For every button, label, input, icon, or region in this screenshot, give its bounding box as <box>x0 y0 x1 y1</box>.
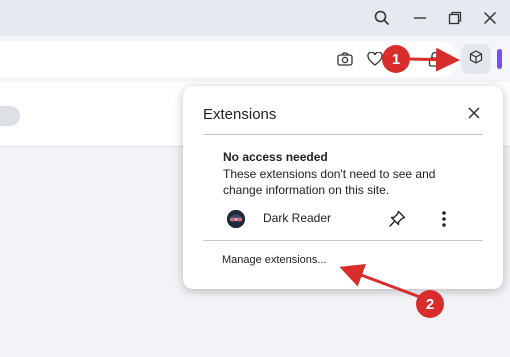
pin-icon <box>389 210 406 227</box>
extensions-icon <box>469 49 483 69</box>
popup-title: Extensions <box>203 106 277 123</box>
close-popup-button[interactable] <box>465 104 483 122</box>
manage-extensions-link[interactable]: Manage extensions... <box>222 254 327 266</box>
divider <box>203 134 483 135</box>
section-description: These extensions don't need to see and c… <box>223 167 436 197</box>
page-chip[interactable] <box>0 106 20 126</box>
more-options-button[interactable] <box>435 207 453 231</box>
annotation-badge-2: 2 <box>416 290 444 318</box>
extensions-button[interactable] <box>461 44 491 74</box>
extension-name: Dark Reader <box>263 211 332 225</box>
divider <box>203 240 483 241</box>
section-title: No access needed <box>223 150 328 164</box>
dark-reader-icon <box>227 210 245 228</box>
extensions-popup: Extensions No access needed These extens… <box>183 86 503 289</box>
profile-accent[interactable] <box>497 49 502 69</box>
camera-icon[interactable] <box>334 48 356 70</box>
close-icon[interactable] <box>478 6 502 30</box>
pin-button[interactable] <box>385 207 409 231</box>
annotation-badge-1: 1 <box>382 45 410 73</box>
close-icon <box>468 107 480 119</box>
extension-row[interactable]: Dark Reader <box>223 206 493 232</box>
restore-icon[interactable] <box>443 6 467 30</box>
lock-icon[interactable] <box>424 48 446 70</box>
minimize-icon[interactable] <box>408 6 432 30</box>
search-icon[interactable] <box>370 6 394 30</box>
more-vert-icon <box>442 211 446 227</box>
title-bar <box>0 0 510 36</box>
